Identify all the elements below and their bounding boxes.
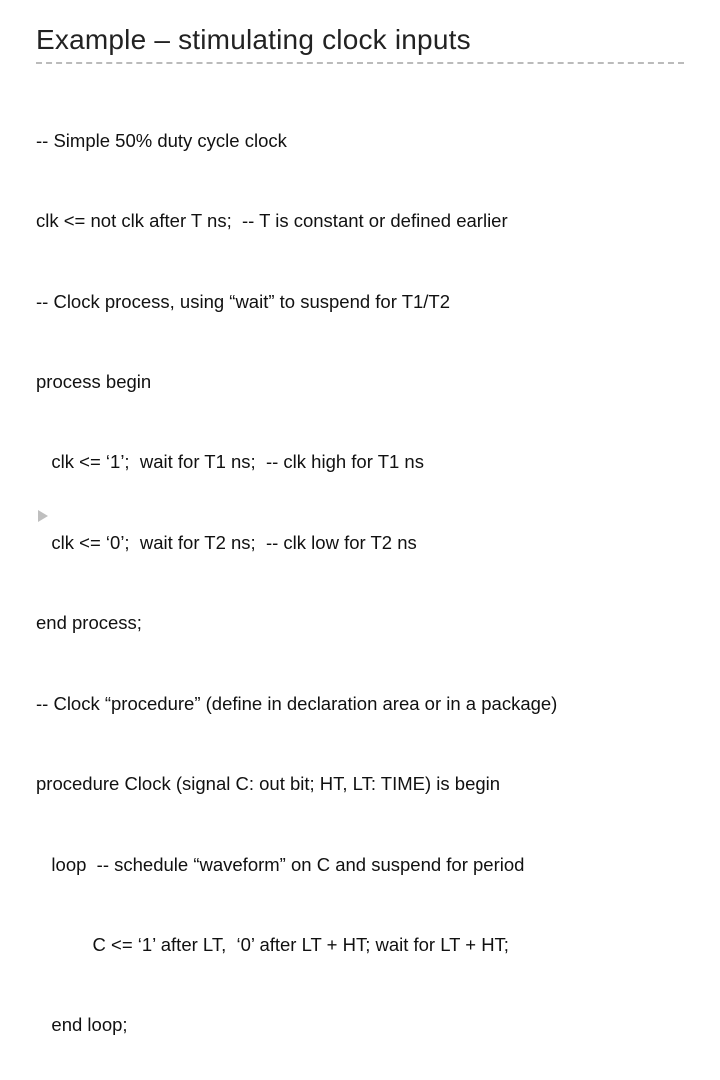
code-line: -- Clock “procedure” (define in declarat… xyxy=(36,691,684,718)
code-block: -- Simple 50% duty cycle clock clk <= no… xyxy=(36,74,684,1080)
code-line: C <= ‘1’ after LT, ‘0’ after LT + HT; wa… xyxy=(36,932,684,959)
title-divider xyxy=(36,62,684,64)
code-line: loop -- schedule “waveform” on C and sus… xyxy=(36,852,684,879)
code-line: clk <= ‘0’; wait for T2 ns; -- clk low f… xyxy=(36,530,684,557)
arrow-right-icon xyxy=(38,510,48,522)
code-line: -- Simple 50% duty cycle clock xyxy=(36,128,684,155)
code-line: procedure Clock (signal C: out bit; HT, … xyxy=(36,771,684,798)
slide: Example – stimulating clock inputs -- Si… xyxy=(0,0,720,540)
code-line: clk <= not clk after T ns; -- T is const… xyxy=(36,208,684,235)
code-line: end loop; xyxy=(36,1012,684,1039)
code-line: -- Clock process, using “wait” to suspen… xyxy=(36,289,684,316)
code-line: clk <= ‘1’; wait for T1 ns; -- clk high … xyxy=(36,449,684,476)
code-line: process begin xyxy=(36,369,684,396)
slide-title: Example – stimulating clock inputs xyxy=(36,24,684,56)
code-line: end process; xyxy=(36,610,684,637)
